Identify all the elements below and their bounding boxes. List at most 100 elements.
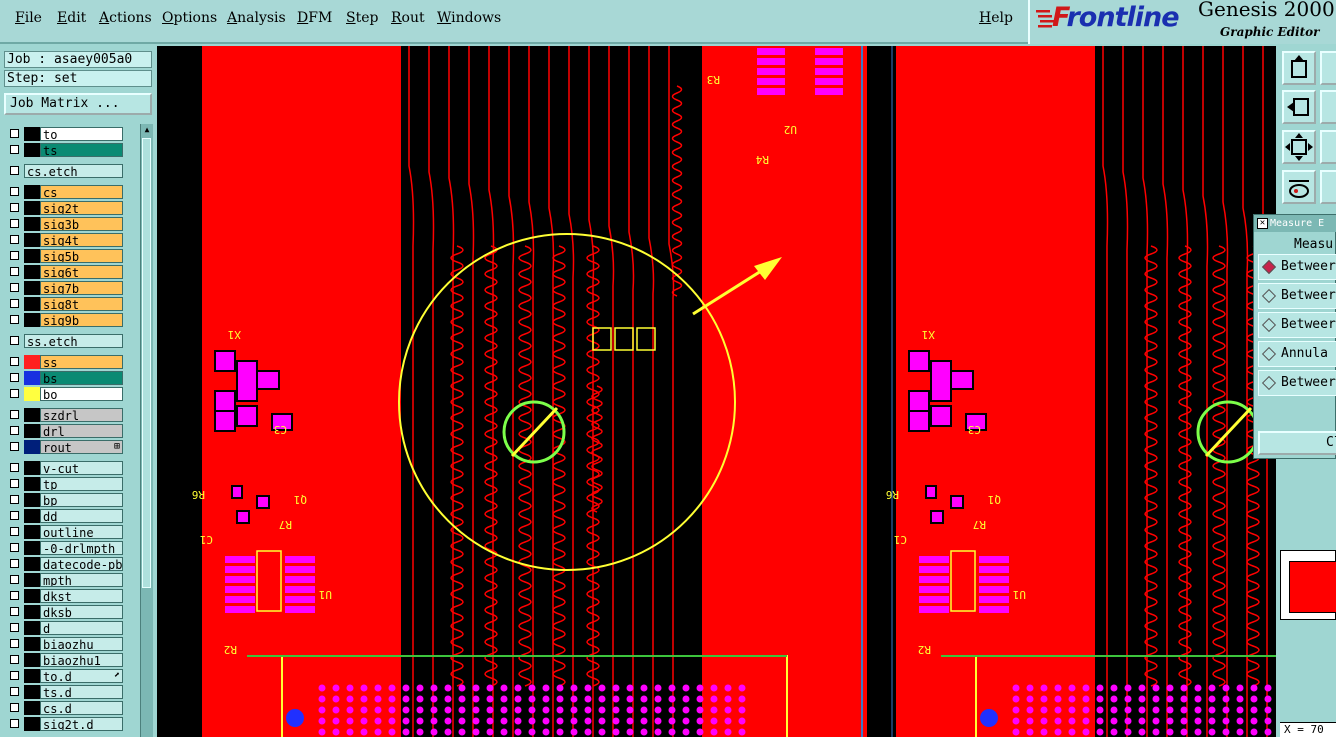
layer-checkbox[interactable] xyxy=(10,511,19,520)
layer-name[interactable]: sig6t xyxy=(40,265,123,279)
tool-button-5[interactable] xyxy=(1282,130,1316,164)
layer-checkbox[interactable] xyxy=(10,719,19,728)
layer-checkbox[interactable] xyxy=(10,251,19,260)
layer-name[interactable]: dksb xyxy=(40,605,123,619)
layer-checkbox[interactable] xyxy=(10,655,19,664)
layer-row[interactable]: bo xyxy=(4,386,140,402)
measure-option[interactable]: Betweer xyxy=(1258,283,1336,309)
layer-name[interactable]: dkst xyxy=(40,589,123,603)
layer-checkbox[interactable] xyxy=(10,591,19,600)
menu-file[interactable]: File xyxy=(15,10,42,26)
layer-name[interactable]: sig7b xyxy=(40,281,123,295)
layer-checkbox[interactable] xyxy=(10,357,19,366)
layer-row[interactable]: sig9b xyxy=(4,312,140,328)
layer-checkbox[interactable] xyxy=(10,299,19,308)
tool-button-7[interactable] xyxy=(1282,170,1316,204)
layer-row[interactable]: tp xyxy=(4,476,140,492)
layer-checkbox[interactable] xyxy=(10,559,19,568)
tool-button-1[interactable] xyxy=(1282,51,1316,85)
layer-name[interactable]: drl xyxy=(40,424,123,438)
measure-option[interactable]: Annula xyxy=(1258,341,1336,367)
job-matrix-button[interactable]: Job Matrix ... xyxy=(4,93,152,115)
layer-checkbox[interactable] xyxy=(10,495,19,504)
layer-name[interactable]: sig2t xyxy=(40,201,123,215)
layer-name[interactable]: bo xyxy=(40,387,123,401)
tool-button-2[interactable] xyxy=(1320,51,1336,85)
menu-windows[interactable]: Windows xyxy=(437,10,501,26)
layer-row[interactable]: sig2t.d xyxy=(4,716,140,732)
layer-name[interactable]: mpth xyxy=(40,573,123,587)
layer-checkbox[interactable] xyxy=(10,166,19,175)
layer-checkbox[interactable] xyxy=(10,389,19,398)
scroll-thumb[interactable] xyxy=(142,138,151,588)
layer-checkbox[interactable] xyxy=(10,235,19,244)
layer-row[interactable]: -0-drlmpth xyxy=(4,540,140,556)
layer-row[interactable]: cs xyxy=(4,184,140,200)
scroll-up-icon[interactable]: ▲ xyxy=(142,125,152,135)
layer-name[interactable]: datecode-pbe xyxy=(40,557,123,571)
layer-name[interactable]: ts.d xyxy=(40,685,123,699)
layer-name[interactable]: biaozhu xyxy=(40,637,123,651)
menu-dfm[interactable]: DFM xyxy=(297,10,332,26)
tool-button-6[interactable] xyxy=(1320,130,1336,164)
layer-name[interactable]: ss xyxy=(40,355,123,369)
layer-row[interactable]: sig5b xyxy=(4,248,140,264)
layer-row[interactable]: cs.d xyxy=(4,700,140,716)
layer-name[interactable]: d xyxy=(40,621,123,635)
layer-checkbox[interactable] xyxy=(10,527,19,536)
layer-row[interactable]: drl xyxy=(4,423,140,439)
layer-checkbox[interactable] xyxy=(10,267,19,276)
close-icon[interactable]: ✕ xyxy=(1257,218,1268,229)
layer-row[interactable]: bp xyxy=(4,492,140,508)
layer-row[interactable]: datecode-pbe xyxy=(4,556,140,572)
layer-row[interactable]: sig4t xyxy=(4,232,140,248)
layer-row[interactable]: sig6t xyxy=(4,264,140,280)
layer-name[interactable]: biaozhu1 xyxy=(40,653,123,667)
layer-name[interactable]: tp xyxy=(40,477,123,491)
layer-name[interactable]: to xyxy=(40,127,123,141)
layer-row[interactable]: sig8t xyxy=(4,296,140,312)
layer-checkbox[interactable] xyxy=(10,219,19,228)
tool-button-4[interactable] xyxy=(1320,90,1336,124)
layer-checkbox[interactable] xyxy=(10,463,19,472)
layer-row[interactable]: v-cut xyxy=(4,460,140,476)
layer-row[interactable]: ts.d xyxy=(4,684,140,700)
layer-name[interactable]: sig4t xyxy=(40,233,123,247)
layer-row[interactable]: cs.etch xyxy=(4,163,140,179)
layer-name[interactable]: ss.etch xyxy=(24,334,123,348)
layer-row[interactable]: mpth xyxy=(4,572,140,588)
tool-button-8[interactable] xyxy=(1320,170,1336,204)
radio-diamond-icon[interactable] xyxy=(1261,346,1277,362)
menu-rout[interactable]: Rout xyxy=(391,10,425,26)
measure-title-bar[interactable]: ✕ Measure E xyxy=(1254,215,1336,232)
layer-name[interactable]: v-cut xyxy=(40,461,123,475)
layer-checkbox[interactable] xyxy=(10,283,19,292)
layer-row[interactable]: outline xyxy=(4,524,140,540)
layer-checkbox[interactable] xyxy=(10,187,19,196)
layer-checkbox[interactable] xyxy=(10,703,19,712)
radio-diamond-icon[interactable] xyxy=(1261,288,1277,304)
layer-checkbox[interactable] xyxy=(10,671,19,680)
layer-name[interactable]: dd xyxy=(40,509,123,523)
layer-scrollbar[interactable]: ▲ xyxy=(140,124,153,737)
layer-name[interactable]: sig3b xyxy=(40,217,123,231)
layer-checkbox[interactable] xyxy=(10,145,19,154)
layer-row[interactable]: ts xyxy=(4,142,140,158)
layer-name[interactable]: cs xyxy=(40,185,123,199)
layer-name[interactable]: -0-drlmpth xyxy=(40,541,123,555)
layer-checkbox[interactable] xyxy=(10,575,19,584)
layer-row[interactable]: to.d ⬈ xyxy=(4,668,140,684)
layer-row[interactable]: ss.etch xyxy=(4,333,140,349)
layer-name[interactable]: sig5b xyxy=(40,249,123,263)
menu-edit[interactable]: Edit xyxy=(57,10,86,26)
layer-name[interactable]: szdrl xyxy=(40,408,123,422)
layer-name[interactable]: sig8t xyxy=(40,297,123,311)
layer-row[interactable]: szdrl xyxy=(4,407,140,423)
layer-name[interactable]: bs xyxy=(40,371,123,385)
layer-row[interactable]: dd xyxy=(4,508,140,524)
layer-checkbox[interactable] xyxy=(10,373,19,382)
layer-checkbox[interactable] xyxy=(10,543,19,552)
layer-name[interactable]: cs.etch xyxy=(24,164,123,178)
tool-button-3[interactable] xyxy=(1282,90,1316,124)
layer-row[interactable]: biaozhu1 xyxy=(4,652,140,668)
